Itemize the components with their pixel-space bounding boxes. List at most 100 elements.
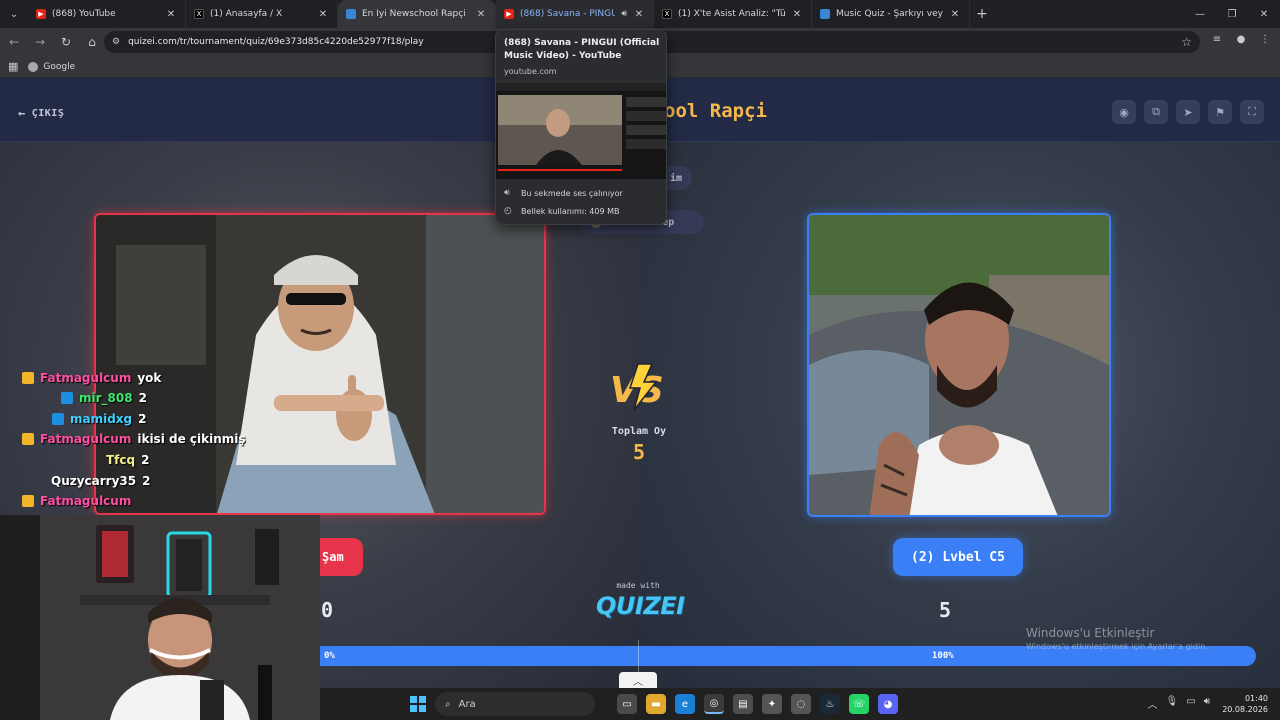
audio-status-text: Bu sekmede ses çalınıyor [521, 188, 623, 198]
window-controls: — ❐ ✕ [1184, 0, 1280, 28]
chat-message: Fatmagulcum [22, 494, 131, 508]
prime-badge-icon [61, 392, 73, 404]
x-icon: X [194, 9, 204, 19]
eye-icon[interactable]: ◉ [1112, 100, 1136, 124]
quizei-icon [346, 9, 356, 19]
menu-icon[interactable]: ⋮ [1256, 30, 1274, 48]
chat-text: 2 [138, 391, 147, 405]
progress-divider [638, 640, 639, 672]
search-placeholder: Ara [458, 698, 476, 710]
tab-x-asist[interactable]: X (1) X'te Asist Analiz: "Türk futbo ✕ [654, 0, 812, 28]
new-tab-button[interactable]: + [970, 6, 994, 22]
close-icon[interactable]: ✕ [633, 9, 645, 20]
file-explorer-icon[interactable]: ▬ [646, 694, 666, 714]
close-icon[interactable]: ✕ [949, 9, 961, 20]
bookmark-google[interactable]: Google [28, 61, 75, 72]
google-icon [28, 61, 39, 72]
crown-badge-icon [22, 372, 34, 384]
prime-badge-icon [52, 413, 64, 425]
contestant-left-card[interactable] [94, 213, 546, 515]
profile-icon[interactable]: ● [1232, 30, 1250, 48]
network-icon[interactable]: ▭ [1186, 696, 1195, 711]
media-icon[interactable]: ≡ [1208, 30, 1226, 48]
close-window-icon[interactable]: ✕ [1248, 0, 1280, 28]
chat-text: 2 [138, 412, 147, 426]
watermark-title: Windows'u Etkinleştir [1026, 626, 1155, 640]
home-icon[interactable]: ⌂ [80, 30, 104, 54]
clock-time: 01:40 [1244, 694, 1268, 703]
close-icon[interactable]: ✕ [165, 9, 177, 20]
chrome-icon[interactable]: ◎ [704, 694, 724, 714]
rapper-right-illustration [809, 215, 1109, 515]
chat-message: Tfcq 2 [106, 453, 149, 467]
reload-icon[interactable]: ↻ [54, 30, 78, 54]
restore-icon[interactable]: ❐ [1216, 0, 1248, 28]
app-icon[interactable]: ✦ [762, 694, 782, 714]
tab-music-quiz[interactable]: Music Quiz - Şarkıyı veya sanat ✕ [812, 0, 970, 28]
tab-x-home[interactable]: X (1) Anasayfa / X ✕ [186, 0, 338, 28]
close-icon[interactable]: ✕ [791, 9, 803, 20]
apps-grid-icon[interactable]: ▦ [8, 60, 18, 73]
windows-taskbar: ⌕ Ara ▭ ▬ e ◎ ▤ ✦ ◌ ♨ ☏ ◕ ︿ 🎙︎ ▭ 🔊︎ 01:4… [320, 688, 1280, 720]
tab-youtube-savana[interactable]: ▶ (868) Savana - PINGUI (Offi 🔊︎ ✕ [496, 0, 654, 28]
exit-label: ÇIKIŞ [31, 107, 65, 119]
edge-icon[interactable]: e [675, 694, 695, 714]
taskbar-clock[interactable]: 01:40 20.08.2026 [1222, 693, 1268, 715]
speaker-icon[interactable]: 🔊︎ [621, 9, 627, 19]
system-tray: ︿ 🎙︎ ▭ 🔊︎ [1148, 696, 1210, 711]
watermark-subtitle: Windows'u etkinleştirmek için Ayarlar'a … [1026, 642, 1208, 651]
left-percentage: 0% [324, 651, 335, 661]
arrow-left-icon: ← [18, 106, 26, 120]
total-votes-value: 5 [632, 440, 646, 464]
url-text: quizei.com/tr/tournament/quiz/69e373d85c… [128, 37, 424, 47]
copy-icon[interactable]: ⧉ [1144, 100, 1168, 124]
close-icon[interactable]: ✕ [317, 9, 329, 20]
task-view-icon[interactable]: ▭ [617, 694, 637, 714]
hover-card-thumbnail [496, 83, 666, 179]
send-icon[interactable]: ➤ [1176, 100, 1200, 124]
quizei-logo[interactable]: QUIZEI [596, 592, 685, 620]
right-name-button[interactable]: (2) Lvbel C5 [893, 538, 1023, 576]
contestant-right-card[interactable] [807, 213, 1111, 517]
discord-icon[interactable]: ◕ [878, 694, 898, 714]
voter-name: im [669, 172, 682, 184]
contestant-right-photo [809, 215, 1109, 515]
search-icon: ⌕ [445, 698, 451, 710]
site-info-icon[interactable]: ⚙ [112, 37, 120, 47]
steam-icon[interactable]: ♨ [820, 694, 840, 714]
microphone-icon[interactable]: 🎙︎ [1166, 696, 1179, 711]
close-icon[interactable]: ✕ [475, 9, 487, 20]
volume-icon[interactable]: 🔊︎ [1204, 696, 1210, 711]
tab-youtube[interactable]: ▶ (868) YouTube ✕ [28, 0, 186, 28]
youtube-icon: ▶ [504, 9, 514, 19]
whatsapp-icon[interactable]: ☏ [849, 694, 869, 714]
back-icon[interactable]: ← [2, 30, 26, 54]
store-icon[interactable]: ▤ [733, 694, 753, 714]
bookmark-star-icon[interactable]: ☆ [1181, 35, 1192, 49]
windows-start-icon[interactable] [410, 696, 426, 712]
total-votes-label: Toplam Oy [611, 426, 667, 437]
taskbar-search[interactable]: ⌕ Ara [435, 692, 595, 716]
flag-icon[interactable]: ⚑ [1208, 100, 1232, 124]
chevron-up-icon[interactable]: ︿ [1148, 696, 1158, 711]
tab-search-icon[interactable]: ⌄ [0, 0, 28, 28]
app-icon[interactable]: ◌ [791, 694, 811, 714]
fullscreen-icon[interactable]: ⛶ [1240, 100, 1264, 124]
crown-badge-icon [22, 433, 34, 445]
chevron-up-icon[interactable]: ︿ [619, 672, 657, 688]
tab-title: Music Quiz - Şarkıyı veya sanat [836, 9, 943, 19]
tab-title: (868) YouTube [52, 9, 116, 19]
hover-card-title: (868) Savana - PINGUI (Official Music Vi… [504, 38, 660, 61]
tab-quiz-active[interactable]: En İyi Newschool Rapçi - Tier Li ✕ [338, 0, 496, 28]
chat-message: mamidxg 2 [52, 412, 147, 426]
contestant-left-photo [96, 215, 544, 513]
tab-strip: ⌄ ▶ (868) YouTube ✕ X (1) Anasayfa / X ✕… [0, 0, 1280, 28]
minimize-icon[interactable]: — [1184, 0, 1216, 28]
taskbar-apps: ▭ ▬ e ◎ ▤ ✦ ◌ ♨ ☏ ◕ [588, 694, 898, 714]
youtube-icon: ▶ [36, 9, 46, 19]
memory-usage-text: Bellek kullanımı: 409 MB [521, 206, 620, 216]
chat-username: Fatmagulcum [40, 494, 132, 508]
exit-button[interactable]: ← ÇIKIŞ [18, 106, 64, 120]
forward-icon[interactable]: → [28, 30, 52, 54]
right-percentage: 100% [932, 651, 954, 661]
